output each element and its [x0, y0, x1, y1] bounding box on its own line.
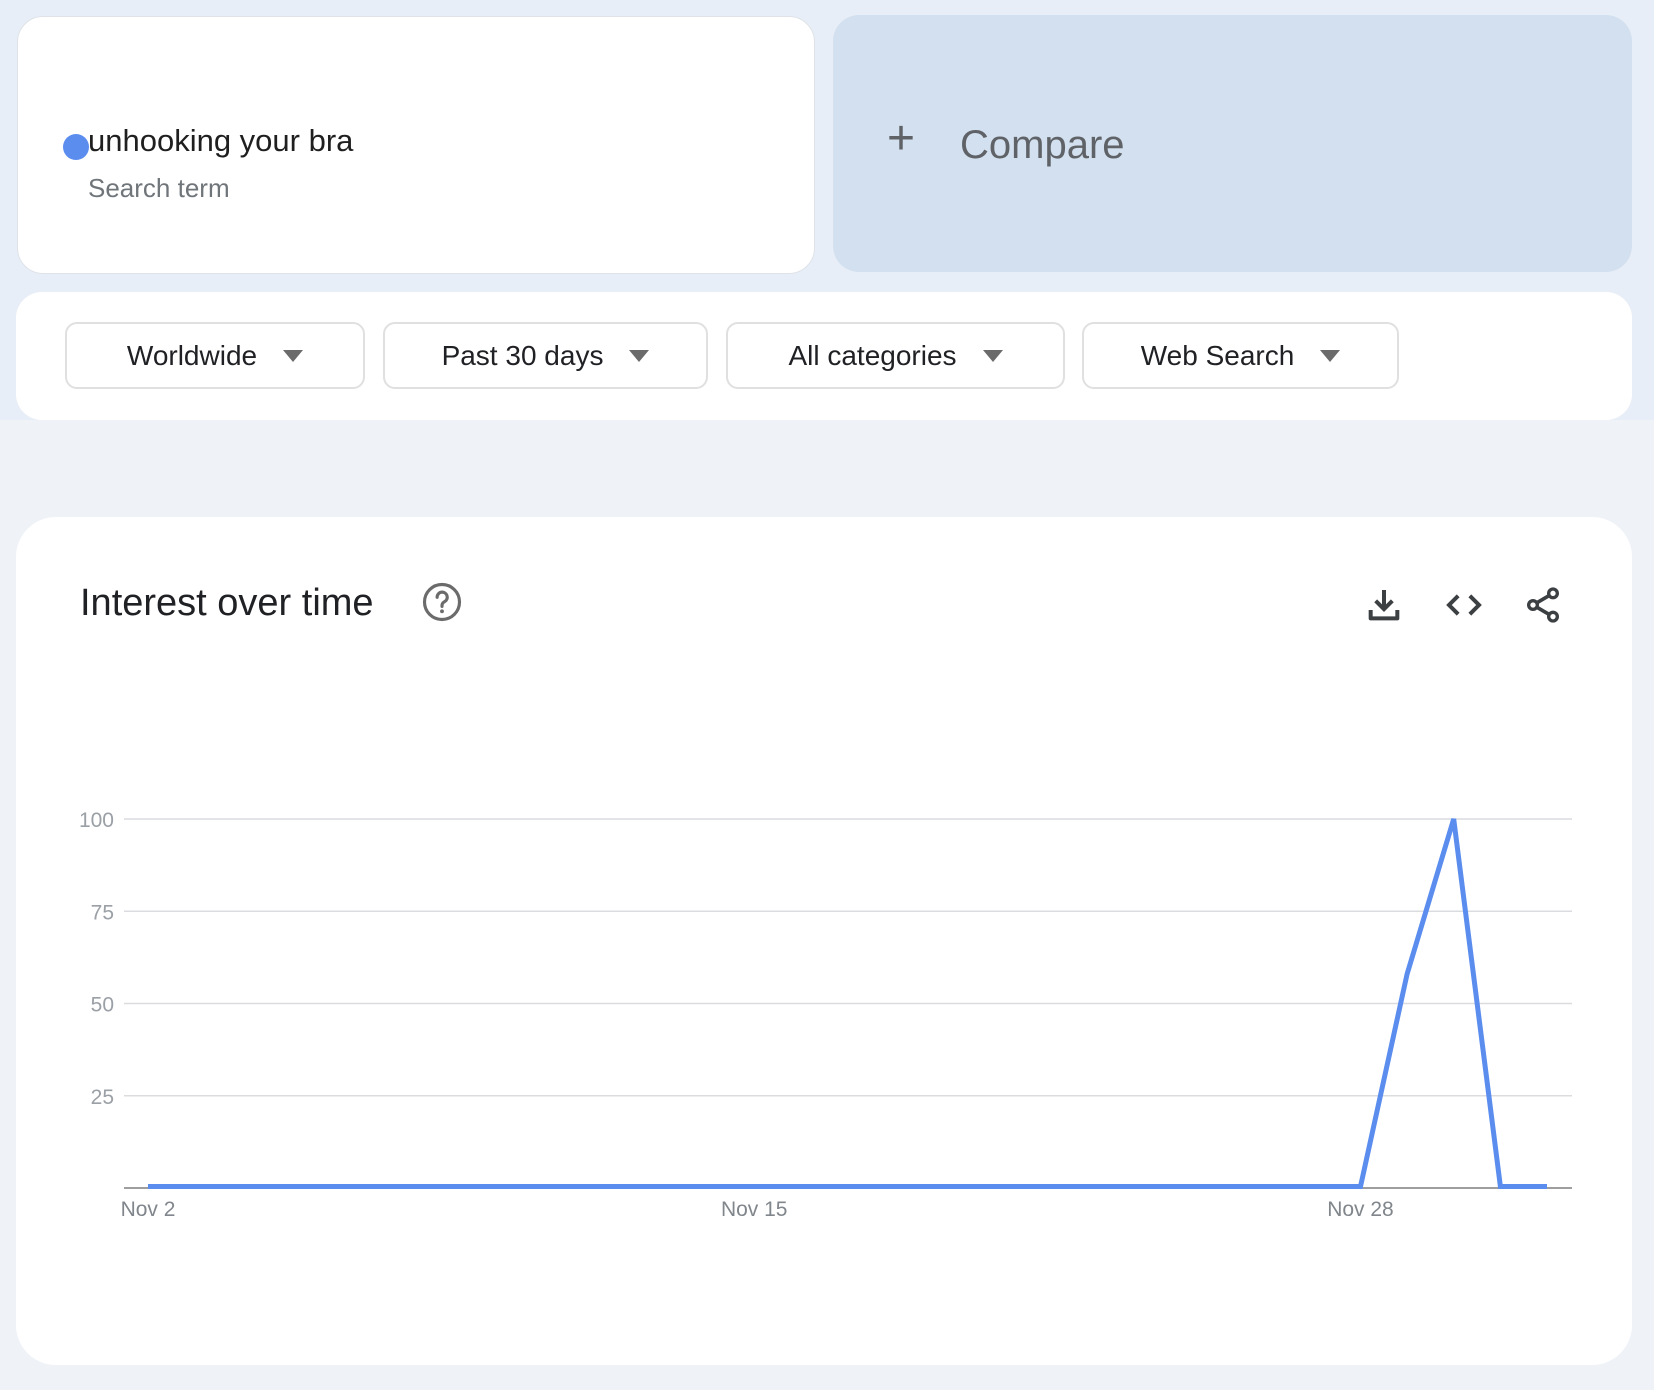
time-range-filter-label: Past 30 days — [441, 339, 604, 371]
region-filter-label: Worldwide — [126, 339, 258, 371]
search-type-filter-label: Web Search — [1140, 339, 1295, 371]
search-term-text[interactable]: unhooking your bra — [88, 123, 353, 159]
compare-button[interactable]: + Compare — [833, 15, 1632, 272]
compare-label: Compare — [960, 123, 1125, 167]
category-filter-dropdown[interactable]: All categories — [726, 322, 1065, 389]
category-filter-label: All categories — [788, 339, 957, 371]
panel-title: Interest over time — [80, 582, 374, 624]
series-color-dot — [63, 134, 89, 160]
interest-over-time-panel: Interest over time — [16, 517, 1632, 1365]
search-term-card[interactable]: unhooking your bra Search term — [17, 16, 815, 274]
embed-code-icon[interactable] — [1444, 585, 1484, 625]
time-range-filter-dropdown[interactable]: Past 30 days — [383, 322, 708, 389]
dropdown-caret-icon — [283, 349, 304, 362]
download-icon[interactable] — [1364, 585, 1404, 625]
share-icon[interactable] — [1523, 585, 1563, 625]
search-type-filter-dropdown[interactable]: Web Search — [1082, 322, 1399, 389]
filter-bar: Worldwide Past 30 days All categories We… — [16, 292, 1632, 420]
plus-icon: + — [887, 112, 916, 165]
dropdown-caret-icon — [982, 349, 1003, 362]
dropdown-caret-icon — [1320, 349, 1341, 362]
region-filter-dropdown[interactable]: Worldwide — [65, 322, 365, 389]
dropdown-caret-icon — [629, 349, 650, 362]
search-term-subtitle: Search term — [88, 173, 230, 203]
help-circle-icon[interactable] — [421, 581, 463, 623]
